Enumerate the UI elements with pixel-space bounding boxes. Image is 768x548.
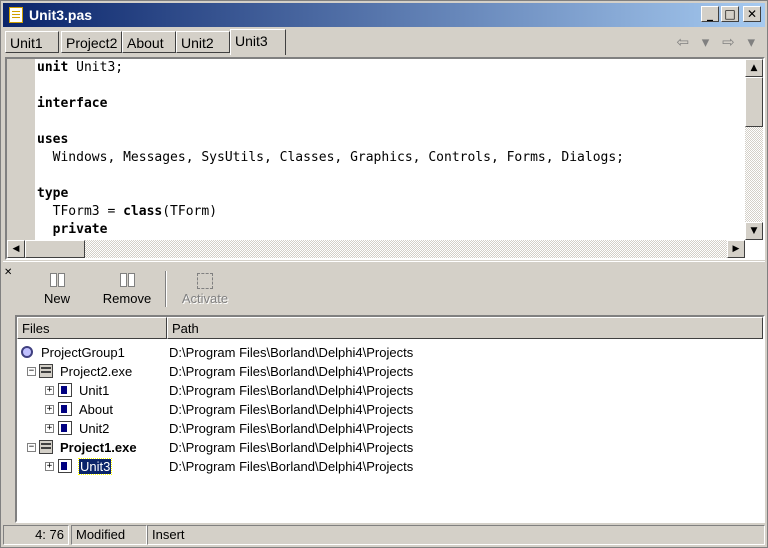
activate-project-icon <box>197 273 213 289</box>
expand-icon[interactable]: + <box>45 405 54 414</box>
code-editor[interactable]: unit Unit3; interface uses Windows, Mess… <box>5 57 765 260</box>
remove-project-icon <box>119 273 135 289</box>
project-file-list[interactable]: Files Path ProjectGroup1 D:\Program File… <box>15 315 765 523</box>
activate-button[interactable]: Activate <box>175 269 235 311</box>
status-bar: 4: 76 Modified Insert <box>3 525 765 545</box>
modified-indicator: Modified <box>71 525 147 545</box>
row-name: Project1.exe <box>60 440 137 455</box>
editor-gutter[interactable] <box>7 59 35 240</box>
row-path: D:\Program Files\Borland\Delphi4\Project… <box>169 364 414 379</box>
remove-button[interactable]: Remove <box>95 269 159 311</box>
row-name: Unit1 <box>79 383 110 398</box>
pane-splitter[interactable] <box>3 261 765 268</box>
remove-button-label: Remove <box>102 291 152 306</box>
collapse-icon[interactable]: − <box>27 367 36 376</box>
document-icon <box>9 7 23 23</box>
selected-item-label: Unit3 <box>77 458 113 475</box>
row-name: About <box>79 402 113 417</box>
row-name: Unit3 <box>77 457 113 476</box>
project-group-icon <box>21 346 33 358</box>
tab-about[interactable]: About <box>122 31 176 53</box>
row-name: Project2.exe <box>60 364 133 379</box>
tree-row-projectgroup1[interactable]: ProjectGroup1 D:\Program Files\Borland\D… <box>17 343 761 362</box>
project-manager-toolbar: New Remove Activate <box>15 269 763 311</box>
row-name: Unit2 <box>79 421 110 436</box>
column-header-files[interactable]: Files <box>17 317 167 339</box>
minimize-button[interactable]: _ <box>701 6 719 22</box>
unit-file-icon <box>58 402 72 416</box>
new-button-label: New <box>43 291 70 306</box>
activate-button-label: Activate <box>181 291 229 306</box>
row-path: D:\Program Files\Borland\Delphi4\Project… <box>169 459 414 474</box>
code-line: TForm3 = class(TForm) <box>37 204 218 219</box>
expand-icon[interactable]: + <box>45 462 54 471</box>
tree-row-unit3[interactable]: + Unit3 D:\Program Files\Borland\Delphi4… <box>17 457 761 476</box>
back-arrow-icon[interactable]: ⇦ ▾ <box>676 33 713 51</box>
vertical-scrollbar[interactable]: ▲ ▼ <box>745 59 763 240</box>
close-pane-icon[interactable]: ✕ <box>4 267 12 278</box>
row-path: D:\Program Files\Borland\Delphi4\Project… <box>169 421 414 436</box>
ide-window: Unit3.pas _ □ ✕ Unit1 Project2 About Uni… <box>0 0 768 548</box>
tree-row-unit1[interactable]: + Unit1 D:\Program Files\Borland\Delphi4… <box>17 381 761 400</box>
toolbar-separator <box>165 271 167 307</box>
window-controls: _ □ ✕ <box>701 6 761 22</box>
expand-icon[interactable]: + <box>45 386 54 395</box>
scroll-down-button[interactable]: ▼ <box>745 222 763 240</box>
code-area[interactable]: unit Unit3; interface uses Windows, Mess… <box>37 59 745 240</box>
insert-mode-indicator: Insert <box>147 525 765 545</box>
code-line: private <box>52 222 108 237</box>
window-title: Unit3.pas <box>29 7 93 23</box>
expand-icon[interactable]: + <box>45 424 54 433</box>
editor-tabs: Unit1 Project2 About Unit2 Unit3 ⇦ ▾ ⇨ ▾ <box>3 29 765 55</box>
tab-unit2[interactable]: Unit2 <box>176 31 230 53</box>
row-path: D:\Program Files\Borland\Delphi4\Project… <box>169 440 414 455</box>
cursor-position: 4: 76 <box>3 525 69 545</box>
row-path: D:\Program Files\Borland\Delphi4\Project… <box>169 383 414 398</box>
scroll-right-button[interactable]: ▶ <box>727 240 745 258</box>
forward-arrow-icon[interactable]: ⇨ ▾ <box>722 33 759 51</box>
tab-unit3[interactable]: Unit3 <box>230 29 286 55</box>
new-button[interactable]: New <box>29 269 85 311</box>
row-path: D:\Program Files\Borland\Delphi4\Project… <box>169 345 414 360</box>
history-nav: ⇦ ▾ ⇨ ▾ <box>676 33 759 51</box>
close-button[interactable]: ✕ <box>743 6 761 22</box>
tree-row-project1[interactable]: − Project1.exe D:\Program Files\Borland\… <box>17 438 761 457</box>
project-icon <box>39 364 53 378</box>
tab-unit1[interactable]: Unit1 <box>5 31 59 53</box>
horizontal-scroll-thumb[interactable] <box>25 240 85 258</box>
maximize-button[interactable]: □ <box>721 6 739 22</box>
vertical-scroll-thumb[interactable] <box>745 77 763 127</box>
tree-row-about[interactable]: + About D:\Program Files\Borland\Delphi4… <box>17 400 761 419</box>
title-bar[interactable]: Unit3.pas _ □ ✕ <box>3 3 765 27</box>
horizontal-scrollbar[interactable]: ◀ ▶ <box>7 240 745 258</box>
code-line: uses <box>37 132 69 147</box>
tree-row-project2[interactable]: − Project2.exe D:\Program Files\Borland\… <box>17 362 761 381</box>
row-path: D:\Program Files\Borland\Delphi4\Project… <box>169 402 414 417</box>
row-name: ProjectGroup1 <box>41 345 125 360</box>
code-line: Windows, Messages, SysUtils, Classes, Gr… <box>37 150 624 165</box>
new-project-icon <box>49 273 65 289</box>
unit-file-icon <box>58 421 72 435</box>
file-tree: ProjectGroup1 D:\Program Files\Borland\D… <box>17 343 761 476</box>
code-line: type <box>37 186 69 201</box>
scroll-left-button[interactable]: ◀ <box>7 240 25 258</box>
tree-row-unit2[interactable]: + Unit2 D:\Program Files\Borland\Delphi4… <box>17 419 761 438</box>
unit-file-icon <box>58 459 72 473</box>
code-line: unit Unit3; <box>37 60 124 75</box>
collapse-icon[interactable]: − <box>27 443 36 452</box>
code-line: interface <box>37 96 108 111</box>
tab-project2[interactable]: Project2 <box>61 31 122 53</box>
project-icon <box>39 440 53 454</box>
unit-file-icon <box>58 383 72 397</box>
column-header-path[interactable]: Path <box>167 317 763 339</box>
scroll-up-button[interactable]: ▲ <box>745 59 763 77</box>
